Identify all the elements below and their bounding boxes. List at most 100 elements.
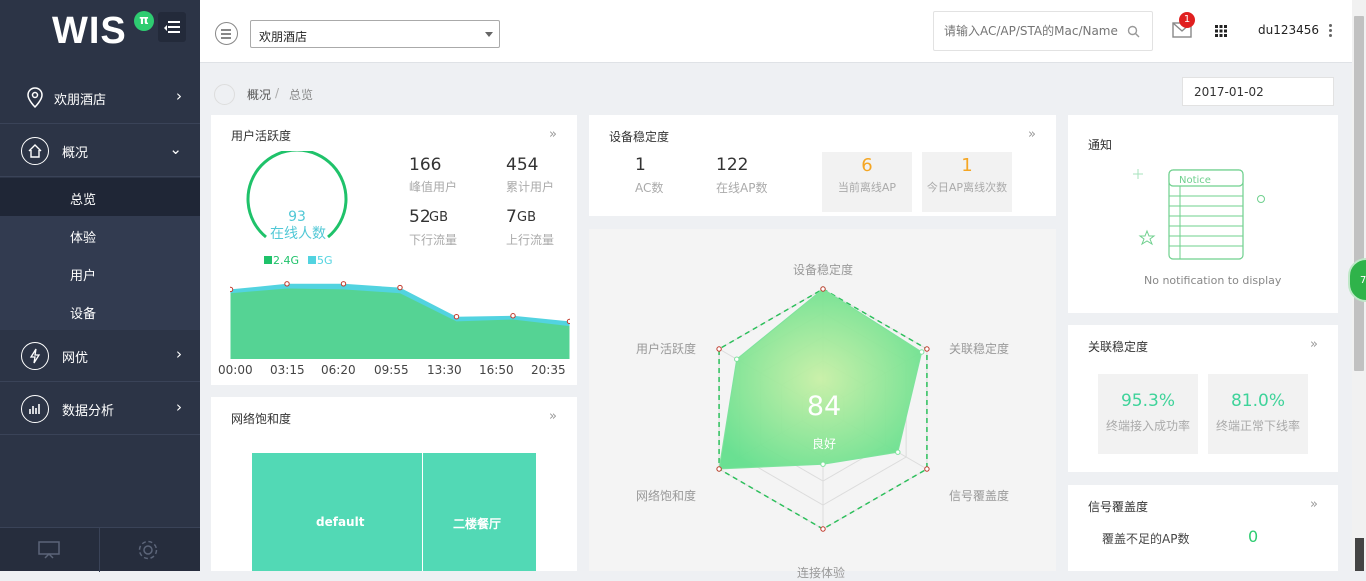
data-point xyxy=(510,313,516,319)
chevron-right-icon: › xyxy=(176,398,182,416)
online-ap-label: 在线AP数 xyxy=(716,181,768,195)
date-picker[interactable]: 2017-01-02 xyxy=(1182,77,1334,106)
sidebar-item-label: 概况 xyxy=(62,146,89,161)
radar-value-point xyxy=(734,356,740,362)
sidebar-subitem-experience[interactable]: 体验 xyxy=(0,216,200,254)
sidebar-subitem-label: 用户 xyxy=(70,269,97,284)
downlink-label: 下行流量 xyxy=(409,233,458,247)
radar-vertex-marker xyxy=(820,526,826,532)
offline-times-box[interactable]: 1 今日AP离线次数 xyxy=(922,152,1012,212)
sidebar-item-overview[interactable]: 概况 ⌄ xyxy=(0,125,200,177)
card-title: 用户活跃度 xyxy=(231,129,292,143)
uplink-label: 上行流量 xyxy=(506,233,555,247)
breadcrumb-separator: / xyxy=(275,86,280,100)
treemap-cell-label: 二楼餐厅 xyxy=(453,517,502,531)
device-stability-card: 设备稳定度 » 1 AC数 122 在线AP数 6 当前离线AP 1 今日AP离… xyxy=(589,115,1056,216)
ac-count-value: 1 xyxy=(635,155,646,175)
sidebar-subitem-label: 设备 xyxy=(70,307,97,322)
screen-icon[interactable] xyxy=(38,541,60,559)
total-users-label: 累计用户 xyxy=(506,180,555,194)
radar-axis-label: 用户活跃度 xyxy=(636,342,697,356)
legend-5g-swatch xyxy=(308,256,316,264)
expand-icon[interactable]: » xyxy=(1028,127,1036,142)
lightning-icon xyxy=(21,342,49,370)
sidebar-item-analytics[interactable]: 数据分析 › xyxy=(0,383,200,435)
logo: WIS xyxy=(52,10,127,52)
area-series-2.4G xyxy=(230,288,570,359)
radar-axis-label: 连接体验 xyxy=(797,566,846,580)
offline-ap-label: 当前离线AP xyxy=(837,181,897,194)
search-box[interactable] xyxy=(933,11,1153,51)
floating-score-badge[interactable]: 72 xyxy=(1348,258,1366,302)
card-title: 设备稳定度 xyxy=(609,130,670,144)
sidebar-subitem-devices[interactable]: 设备 xyxy=(0,292,200,330)
venue-select[interactable]: 欢朋酒店 xyxy=(250,20,500,48)
radar-vertex-marker xyxy=(924,466,930,472)
date-value: 2017-01-02 xyxy=(1194,85,1264,99)
online-label: 在线人数 xyxy=(270,226,326,242)
time-tick: 09:55 xyxy=(374,363,409,377)
collapse-menu-icon[interactable] xyxy=(158,12,186,42)
username[interactable]: du123456 xyxy=(1258,23,1319,37)
radar-axis-label: 关联稳定度 xyxy=(949,342,1010,356)
menu-toggle-icon[interactable] xyxy=(215,22,238,45)
logo-badge: π xyxy=(134,11,154,31)
notice-paper-label: Notice xyxy=(1179,175,1211,186)
chevron-down-icon: ⌄ xyxy=(169,140,182,158)
top-bar: 欢朋酒店 1 du123456 xyxy=(200,0,1352,63)
time-tick: 00:00 xyxy=(218,363,253,377)
radar-vertex-marker xyxy=(716,346,722,352)
coverage-value: 0 xyxy=(1248,527,1259,546)
settings-gear-icon[interactable] xyxy=(137,539,159,561)
scrollbar-thumb[interactable] xyxy=(1354,16,1364,371)
sidebar-item-network[interactable]: 网优 › xyxy=(0,330,200,382)
sidebar-subitem-users[interactable]: 用户 xyxy=(0,254,200,292)
time-tick: 13:30 xyxy=(427,363,462,377)
location-pin-icon xyxy=(27,87,43,109)
chevron-right-icon: › xyxy=(176,345,182,363)
radar-vertex-marker xyxy=(924,346,930,352)
venue-select-value: 欢朋酒店 xyxy=(259,30,308,44)
access-success-label: 终端接入成功率 xyxy=(1105,419,1190,433)
time-tick: 03:15 xyxy=(270,363,305,377)
data-point xyxy=(397,284,403,291)
time-tick: 06:20 xyxy=(321,363,356,377)
search-icon[interactable] xyxy=(1127,25,1140,38)
home-icon xyxy=(21,137,49,165)
peak-users-value: 166 xyxy=(409,155,442,175)
sidebar-footer xyxy=(0,527,200,572)
downlink-value: 52 xyxy=(409,207,431,227)
breadcrumb-root[interactable]: 概况 xyxy=(247,86,271,103)
sidebar-item-label: 欢朋酒店 xyxy=(54,93,107,108)
radar-value-point xyxy=(820,461,826,467)
mail-count-badge: 1 xyxy=(1179,12,1195,28)
apps-grid-icon[interactable] xyxy=(1215,25,1227,37)
expand-icon[interactable]: » xyxy=(1310,337,1318,352)
normal-offline-value: 81.0% xyxy=(1230,391,1285,411)
health-radar-card: 设备稳定度 关联稳定度 信号覆盖度 连接体验 网络饱和度 用户活跃度 84 良好 xyxy=(589,229,1056,580)
expand-icon[interactable]: » xyxy=(549,409,557,424)
sidebar-subitem-summary[interactable]: 总览 xyxy=(0,178,200,216)
caret-down-icon xyxy=(485,32,493,37)
legend-24g-swatch xyxy=(264,256,272,264)
radar-value-point xyxy=(895,449,901,455)
normal-offline-box[interactable]: 81.0% 终端正常下线率 xyxy=(1208,374,1308,454)
downlink-unit: GB xyxy=(429,210,448,225)
bar-chart-icon xyxy=(21,395,49,423)
total-users-value: 454 xyxy=(506,155,539,175)
radar-vertex-marker xyxy=(716,466,722,472)
expand-icon[interactable]: » xyxy=(549,127,557,142)
treemap-cell-default[interactable]: default xyxy=(252,453,422,571)
access-success-box[interactable]: 95.3% 终端接入成功率 xyxy=(1098,374,1198,454)
data-point xyxy=(340,281,347,287)
notice-empty-text: No notification to display xyxy=(1144,274,1282,287)
search-input[interactable] xyxy=(944,22,1119,40)
association-stability-card: 关联稳定度 » 95.3% 终端接入成功率 81.0% 终端正常下线率 xyxy=(1068,325,1338,472)
uplink-value: 7 xyxy=(506,207,517,227)
expand-icon[interactable]: » xyxy=(1310,497,1318,512)
sidebar-item-location[interactable]: 欢朋酒店 › xyxy=(0,72,200,124)
treemap-cell-restaurant[interactable]: 二楼餐厅 xyxy=(423,453,536,571)
back-icon[interactable] xyxy=(214,84,235,105)
offline-ap-box[interactable]: 6 当前离线AP xyxy=(822,152,912,212)
offline-times-label: 今日AP离线次数 xyxy=(926,181,1008,194)
